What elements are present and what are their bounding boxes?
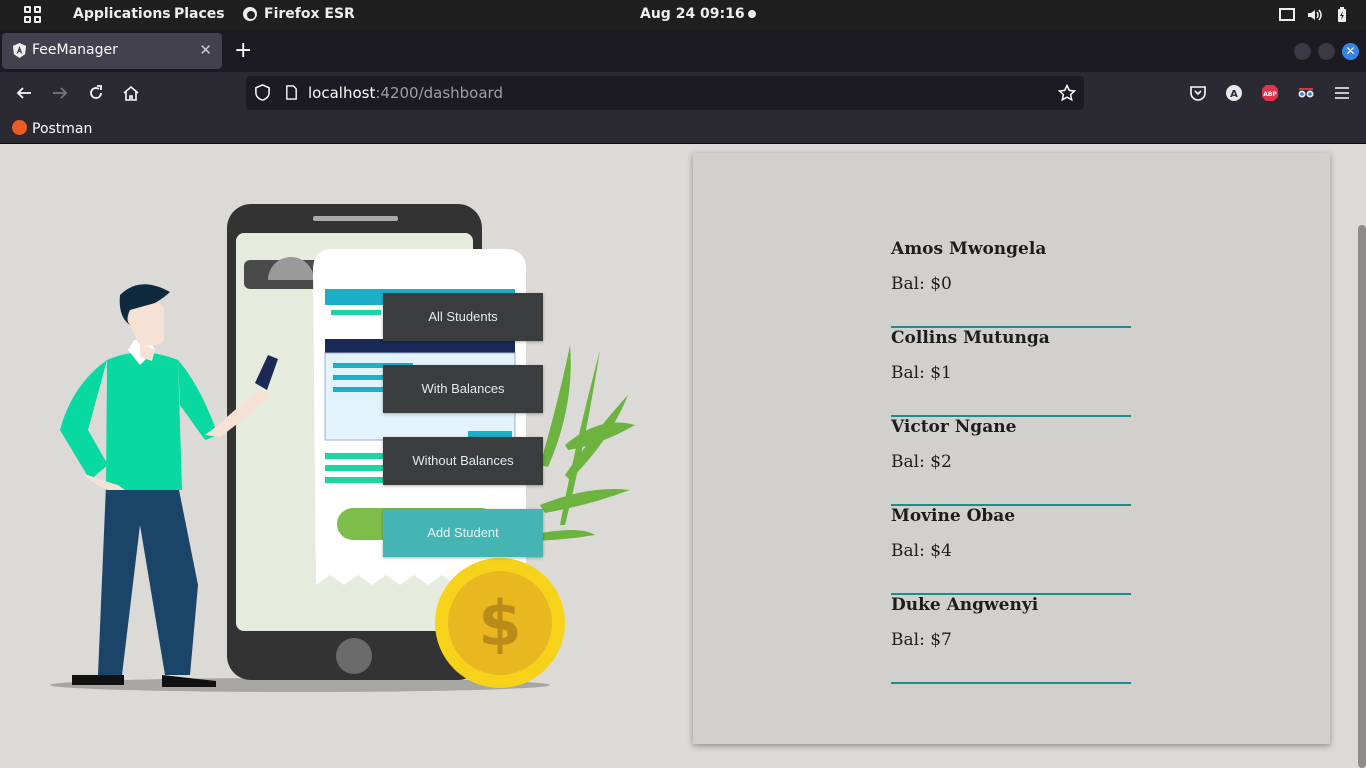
url-bar[interactable]: localhost:4200/dashboard xyxy=(246,76,1084,110)
dashboard-page: $ All Students With Balances Without Bal… xyxy=(0,145,1366,768)
bookmark-postman[interactable]: Postman xyxy=(12,120,92,137)
battery-icon[interactable] xyxy=(1334,7,1350,23)
extension-glasses-icon[interactable] xyxy=(1297,84,1315,102)
student-balance: Bal: $7 xyxy=(891,630,952,650)
student-name: Movine Obae xyxy=(891,506,1016,526)
without-balances-button[interactable]: Without Balances xyxy=(383,437,543,485)
student-name: Amos Mwongela xyxy=(891,239,1047,259)
page-icon[interactable] xyxy=(284,85,299,100)
svg-text:ABP: ABP xyxy=(1263,91,1277,98)
student-balance: Bal: $0 xyxy=(891,274,952,294)
back-icon[interactable] xyxy=(15,84,33,102)
student-name: Duke Angwenyi xyxy=(891,595,1039,615)
student-name: Collins Mutunga xyxy=(891,328,1050,348)
student-balance: Bal: $2 xyxy=(891,452,952,472)
system-top-bar: Applications Places Firefox ESR Aug 24 0… xyxy=(0,0,1366,30)
navigation-bar: localhost:4200/dashboard A ABP xyxy=(0,72,1366,114)
applications-menu[interactable]: Applications xyxy=(73,6,171,22)
postman-icon xyxy=(12,120,27,135)
hamburger-menu-icon[interactable] xyxy=(1333,84,1351,102)
tab-close-icon[interactable]: ✕ xyxy=(199,41,212,59)
svg-text:A: A xyxy=(1230,89,1238,100)
list-item[interactable]: Movine Obae Bal: $4 xyxy=(891,506,1131,595)
notification-dot xyxy=(748,10,756,18)
list-item[interactable]: Collins Mutunga Bal: $1 xyxy=(891,328,1131,417)
list-item[interactable]: Amos Mwongela Bal: $0 xyxy=(891,239,1131,328)
with-balances-button[interactable]: With Balances xyxy=(383,365,543,413)
student-list-card: Amos Mwongela Bal: $0 Collins Mutunga Ba… xyxy=(693,153,1330,744)
student-name: Victor Ngane xyxy=(891,417,1017,437)
close-window-button[interactable]: ✕ xyxy=(1342,43,1359,60)
forward-icon[interactable] xyxy=(51,84,69,102)
list-item[interactable]: Victor Ngane Bal: $2 xyxy=(891,417,1131,506)
reload-icon[interactable] xyxy=(87,84,105,102)
shield-icon[interactable] xyxy=(254,84,271,101)
home-icon[interactable] xyxy=(122,84,140,102)
places-menu[interactable]: Places xyxy=(174,6,225,22)
page-scrollbar[interactable] xyxy=(1358,225,1366,768)
firefox-icon xyxy=(243,7,257,21)
tab-bar: FeeManager ✕ xyxy=(0,30,1366,72)
url-text[interactable]: localhost:4200/dashboard xyxy=(308,84,503,102)
screen-icon[interactable] xyxy=(1279,7,1295,23)
student-balance: Bal: $4 xyxy=(891,541,952,561)
minimize-button[interactable] xyxy=(1294,43,1311,60)
phone-payment-illustration: $ xyxy=(50,204,635,692)
angular-icon xyxy=(12,43,27,58)
tab-feemanager[interactable]: FeeManager ✕ xyxy=(2,33,222,69)
firefox-app-menu[interactable]: Firefox ESR xyxy=(264,6,355,22)
bookmark-star-icon[interactable] xyxy=(1058,84,1076,102)
app-grid-icon[interactable] xyxy=(24,6,41,23)
pocket-icon[interactable] xyxy=(1189,84,1207,102)
new-tab-button[interactable]: + xyxy=(234,38,252,63)
bookmark-label: Postman xyxy=(32,121,93,137)
clock[interactable]: Aug 24 09:16 xyxy=(640,6,745,22)
list-item[interactable]: Duke Angwenyi Bal: $7 xyxy=(891,595,1131,684)
tab-title: FeeManager xyxy=(32,42,118,58)
maximize-button[interactable] xyxy=(1318,43,1335,60)
volume-icon[interactable] xyxy=(1306,7,1322,23)
all-students-button[interactable]: All Students xyxy=(383,293,543,341)
url-path: :4200/dashboard xyxy=(375,84,503,102)
coin-dollar-sign: $ xyxy=(478,587,521,660)
url-host: localhost xyxy=(308,84,376,102)
student-balance: Bal: $1 xyxy=(891,363,952,383)
add-student-button[interactable]: Add Student xyxy=(383,509,543,557)
bookmarks-bar: Postman xyxy=(0,114,1366,144)
adblock-icon[interactable]: ABP xyxy=(1261,84,1279,102)
account-icon[interactable]: A xyxy=(1225,84,1243,102)
